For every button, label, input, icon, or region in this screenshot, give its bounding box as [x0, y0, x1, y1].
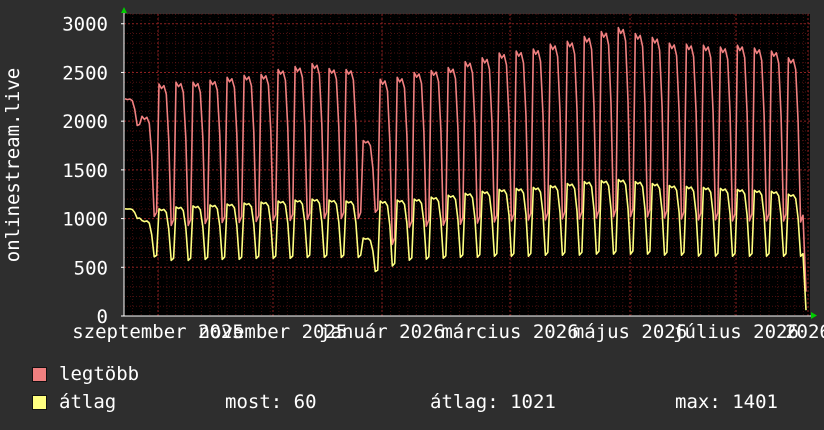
- x-tick-label: július 2026: [673, 321, 799, 343]
- stat-current: most: 60: [225, 391, 317, 413]
- x-tick-label: március 2026: [441, 321, 578, 343]
- legend-label-avg: átlag: [59, 391, 117, 413]
- legend-item-avg: átlag: [32, 391, 116, 413]
- y-axis-arrow: [121, 7, 127, 13]
- y-tick-label: 3000: [62, 14, 108, 36]
- x-tick-label: január 2026: [319, 321, 445, 343]
- y-tick-label: 500: [74, 257, 108, 279]
- stat-maximum: max: 1401: [675, 391, 778, 413]
- legend-swatch-avg: [32, 394, 47, 410]
- y-tick-label: 1000: [62, 209, 108, 231]
- legend-label-max: legtöbb: [59, 363, 140, 385]
- x-tick-label: május 2026: [573, 321, 687, 343]
- stat-average: átlag: 1021: [430, 391, 556, 413]
- y-tick-label: 1500: [62, 160, 108, 182]
- y-tick-label: 2500: [62, 62, 108, 84]
- legend-swatch-max: [32, 366, 47, 382]
- legend-item-max: legtöbb: [32, 363, 139, 385]
- y-axis-label: onlinestream.live: [2, 68, 24, 262]
- x-axis-arrow: [811, 312, 817, 319]
- x-tick-label: 2026: [785, 321, 824, 343]
- y-tick-label: 2000: [62, 111, 108, 133]
